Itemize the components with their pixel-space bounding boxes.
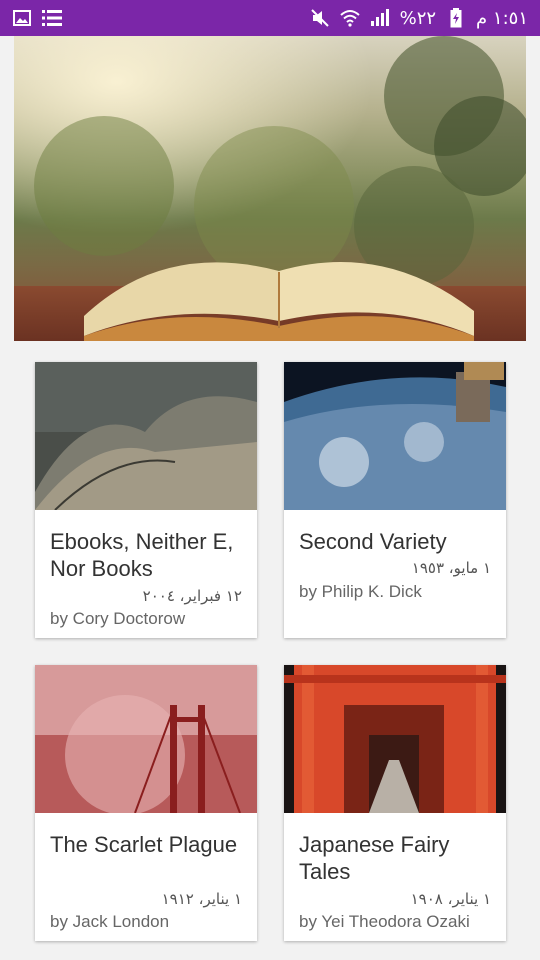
signal-icon xyxy=(370,8,390,28)
mute-icon xyxy=(310,8,330,28)
book-card[interactable]: Ebooks, Neither E, Nor Books ١٢ فبراير، … xyxy=(35,362,257,638)
book-card[interactable]: Second Variety ١ مايو، ١٩٥٣ by Philip K.… xyxy=(284,362,506,638)
book-title: Ebooks, Neither E, Nor Books xyxy=(50,529,234,581)
list-icon[interactable] xyxy=(42,8,62,28)
book-title: Second Variety xyxy=(299,529,447,554)
battery-percent: ٢٢% xyxy=(399,7,437,29)
book-card[interactable]: The Scarlet Plague ١ يناير، ١٩١٢ by Jack… xyxy=(35,665,257,941)
book-title: Japanese Fairy Tales xyxy=(299,832,450,884)
book-author: by Philip K. Dick xyxy=(299,582,422,601)
book-cover-image xyxy=(284,665,506,813)
clock: ١:٥١ م xyxy=(476,7,528,29)
book-date: ١٢ فبراير، ٢٠٠٤ xyxy=(142,587,242,605)
book-author: by Cory Doctorow xyxy=(50,609,186,628)
book-cover-image xyxy=(284,362,506,510)
hero-banner-image xyxy=(14,36,526,341)
book-date: ١ يناير، ١٩٠٨ xyxy=(410,890,491,908)
book-cover-image xyxy=(35,362,257,510)
image-icon[interactable] xyxy=(12,8,32,28)
book-date: ١ يناير، ١٩١٢ xyxy=(161,890,242,908)
book-author: by Jack London xyxy=(50,912,170,931)
book-cover-image xyxy=(35,665,257,813)
book-card[interactable]: Japanese Fairy Tales ١ يناير، ١٩٠٨ by Ye… xyxy=(284,665,506,941)
book-date: ١ مايو، ١٩٥٣ xyxy=(411,559,491,577)
book-author: by Yei Theodora Ozaki xyxy=(299,912,470,931)
book-title: The Scarlet Plague xyxy=(50,832,238,857)
wifi-icon xyxy=(339,8,360,28)
battery-icon xyxy=(446,8,466,28)
status-bar: ٢٢% ١:٥١ م xyxy=(0,0,540,36)
